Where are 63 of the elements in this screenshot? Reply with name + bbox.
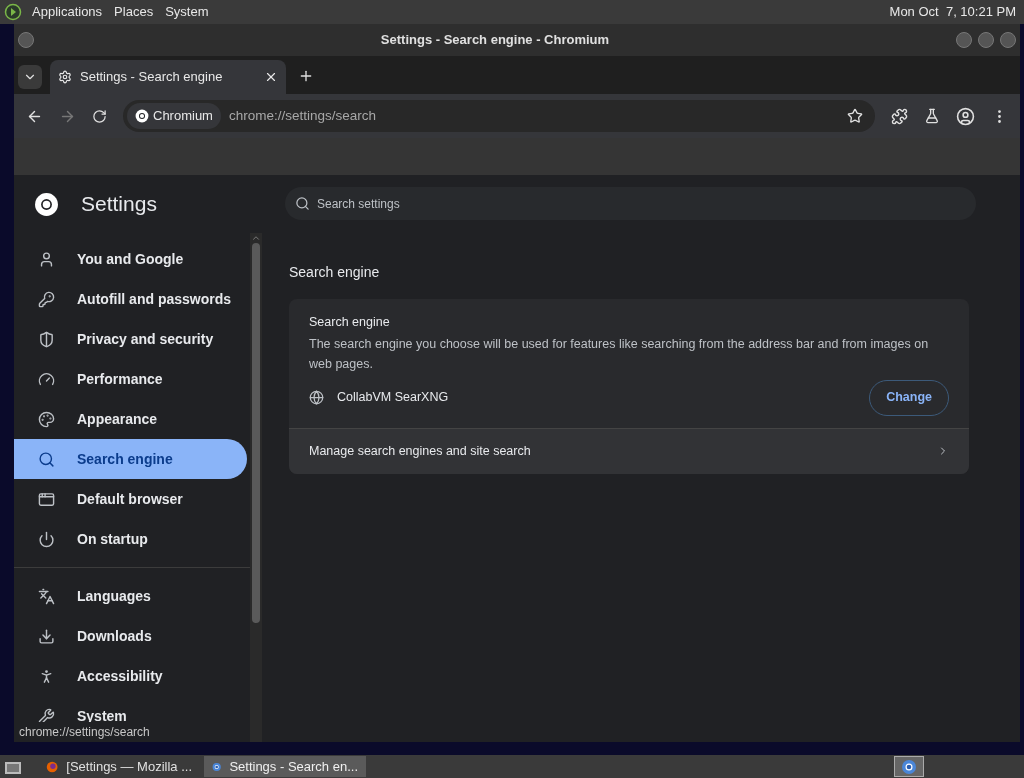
gauge-icon (38, 370, 55, 388)
flask-icon[interactable] (924, 108, 940, 124)
url-text: chrome://settings/search (228, 106, 378, 125)
settings-icon (58, 70, 72, 84)
globe-icon (309, 390, 324, 406)
translate-icon (38, 587, 55, 605)
star-icon[interactable] (847, 108, 863, 124)
nav-item[interactable]: Downloads (14, 616, 247, 656)
extensions-icon[interactable] (891, 107, 908, 125)
nav-item[interactable]: Autofill and passwords (14, 279, 247, 319)
browser-icon (901, 758, 917, 775)
tab-list-button[interactable] (18, 65, 42, 89)
card-title: Search engine (309, 314, 391, 331)
address-bar[interactable]: Chromium chrome://settings/search (123, 100, 875, 132)
maximize-button[interactable] (978, 32, 994, 48)
card-description: The search engine you choose will be used for features like searching from the address bar and from images on web pages. (309, 335, 930, 373)
profile-icon[interactable] (956, 106, 975, 126)
search-field[interactable]: Search settings (285, 187, 976, 220)
scroll-up-icon[interactable] (251, 233, 261, 243)
engine-name: CollabVM SearXNG (337, 389, 450, 407)
nav-item[interactable]: Appearance (14, 399, 247, 439)
panel-menu[interactable]: System (159, 2, 215, 22)
close-button[interactable] (1000, 32, 1016, 48)
scrollbar[interactable] (250, 233, 262, 742)
palette-icon (38, 410, 55, 428)
nav-item[interactable]: You and Google (14, 239, 247, 279)
reload-icon[interactable] (92, 108, 107, 124)
taskbar-button[interactable]: Settings - Search en... (204, 756, 366, 777)
close-icon[interactable] (264, 70, 278, 84)
nav-item[interactable]: Search engine (14, 439, 247, 479)
chrome-logo-icon (34, 191, 59, 217)
manage-link-row[interactable]: Manage search engines and site search (289, 427, 969, 474)
shield-icon (38, 330, 55, 348)
panel-menu[interactable]: Applications (26, 2, 109, 22)
taskbar-button[interactable]: [Settings — Mozilla ... (38, 756, 200, 777)
site-chip[interactable]: Chromium (127, 103, 221, 129)
nav-item[interactable]: Accessibility (14, 656, 247, 696)
chromium-icon (135, 109, 149, 123)
wrench-icon (38, 707, 55, 725)
browser-tab[interactable]: Settings - Search engine (50, 60, 286, 94)
search-icon (38, 450, 55, 468)
tab-title: Settings - Search engine (80, 68, 224, 87)
section-title: Search engine (289, 263, 381, 282)
nav-item[interactable]: Default browser (14, 479, 247, 519)
nav-item[interactable]: Languages (14, 576, 247, 616)
settings-title: Settings (81, 191, 157, 218)
panel-menu[interactable]: Places (108, 2, 160, 22)
tray-browser-icon[interactable] (894, 756, 924, 777)
person-icon (38, 250, 55, 268)
window-title: Settings - Search engine - Chromium (379, 31, 611, 50)
minimize-button[interactable] (956, 32, 972, 48)
download-icon (38, 627, 55, 645)
window-icon (38, 490, 55, 508)
new-tab-icon[interactable] (298, 68, 314, 84)
key-icon (38, 290, 55, 308)
nav-item[interactable]: On startup (14, 519, 247, 559)
menu-logo-icon (4, 3, 22, 21)
nav-item[interactable]: Performance (14, 359, 247, 399)
nav-item[interactable]: Privacy and security (14, 319, 247, 359)
window-menu-icon[interactable] (18, 32, 34, 48)
power-icon (38, 530, 55, 548)
clock: Mon Oct 7, 10:21 PM (889, 3, 1017, 22)
search-icon (295, 196, 310, 211)
